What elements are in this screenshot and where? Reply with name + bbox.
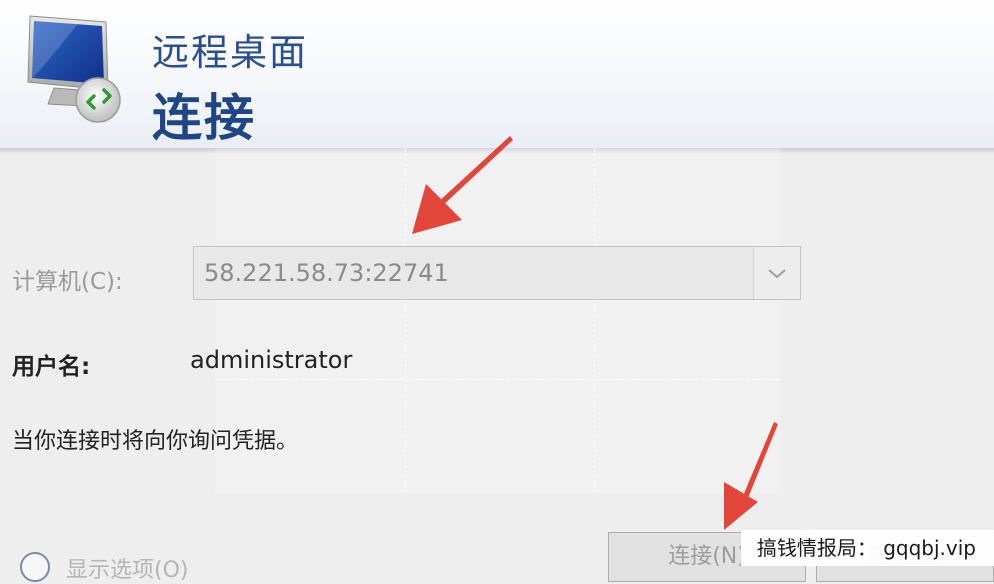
credentials-note: 当你连接时将向你询问凭据。: [12, 429, 299, 454]
chevron-down-icon: [768, 269, 786, 279]
username-value: administrator: [190, 346, 353, 374]
username-label: 用户名:: [12, 354, 91, 380]
show-options-label[interactable]: 显示选项(O): [66, 552, 188, 584]
computer-input-value[interactable]: 58.221.58.73:22741: [204, 259, 449, 287]
show-options-toggle[interactable]: [20, 552, 50, 582]
remote-desktop-monitor-icon: [18, 8, 138, 128]
guide-line-horizontal: [215, 379, 780, 380]
computer-label: 计算机(C):: [12, 269, 123, 295]
computer-combobox[interactable]: 58.221.58.73:22741: [193, 246, 801, 300]
dialog-header: [0, 0, 994, 148]
red-pointer-arrow-icon: [412, 136, 513, 234]
watermark: 搞钱情报局： gqqbj.vip: [740, 530, 994, 566]
guide-line-vertical: [594, 148, 595, 493]
title-connection: 连接: [152, 89, 256, 147]
dropdown-button[interactable]: [753, 247, 800, 299]
title-remote-desktop: 远程桌面: [152, 31, 308, 74]
red-pointer-arrow-icon: [724, 422, 778, 530]
